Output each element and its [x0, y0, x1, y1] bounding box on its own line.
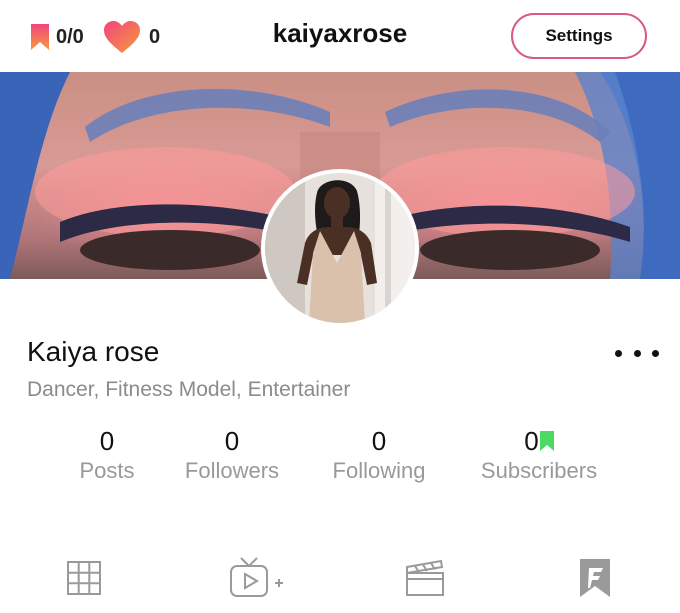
subscribers-label: Subscribers [480, 458, 598, 483]
more-dot [615, 349, 622, 357]
heart-icon [104, 21, 140, 53]
more-dot [633, 349, 641, 357]
bookmarks-counter[interactable]: 0/0 [30, 22, 84, 52]
likes-count: 0 [149, 25, 161, 48]
profile-avatar[interactable] [261, 169, 419, 327]
top-bar: 0/0 0 kaiyaxrose Settings [0, 0, 680, 72]
stat-following[interactable]: 0 Following [318, 424, 440, 484]
stat-posts[interactable]: 0 Posts [68, 424, 146, 484]
avatar-image [265, 173, 415, 323]
clapperboard-icon [406, 559, 444, 596]
followers-label: Followers [184, 458, 280, 483]
followers-count: 0 [224, 426, 240, 456]
tab-clips[interactable] [400, 553, 450, 603]
posts-count: 0 [99, 426, 115, 456]
following-count: 0 [371, 426, 387, 456]
tab-videos[interactable] [228, 553, 286, 603]
more-options-button[interactable] [615, 340, 659, 366]
bookmarks-count: 0/0 [56, 25, 84, 48]
settings-button[interactable]: Settings [511, 13, 647, 59]
stat-followers[interactable]: 0 Followers [172, 424, 292, 484]
likes-counter[interactable]: 0 [103, 21, 161, 53]
following-label: Following [332, 458, 426, 483]
subscriber-badge-icon [539, 431, 554, 451]
posts-label: Posts [79, 458, 135, 483]
more-dot [652, 349, 659, 357]
tab-posts-grid[interactable] [59, 553, 109, 603]
subscribers-count: 0 [524, 426, 539, 456]
bookmark-logo-icon [580, 559, 610, 597]
grid-icon [67, 561, 101, 595]
tab-subscriptions[interactable] [570, 553, 620, 603]
stat-subscribers[interactable]: 0 Subscribers [464, 424, 614, 484]
video-add-icon [230, 557, 283, 597]
display-name: Kaiya rose [27, 336, 160, 367]
bookmark-icon [31, 24, 49, 50]
profile-bio: Dancer, Fitness Model, Entertainer [27, 378, 351, 401]
